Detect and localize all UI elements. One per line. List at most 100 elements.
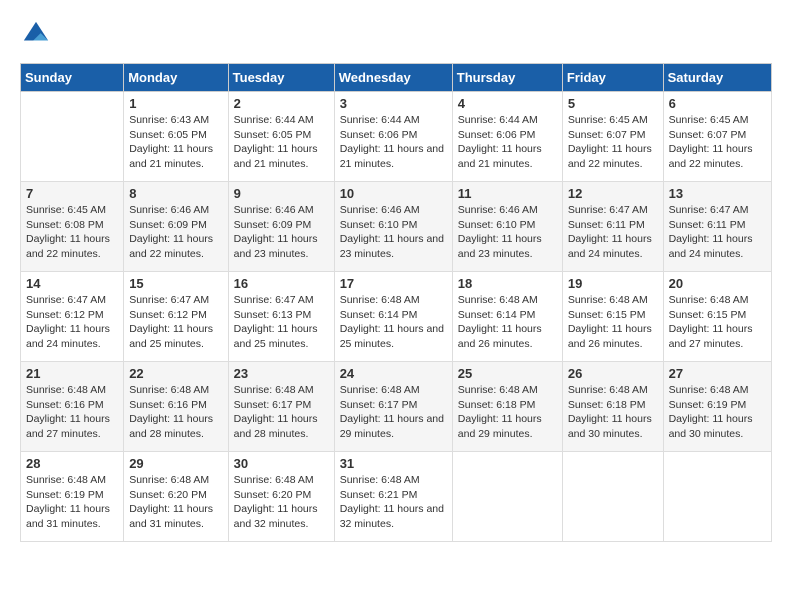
day-number: 8 [129, 186, 222, 201]
calendar-cell: 25 Sunrise: 6:48 AMSunset: 6:18 PMDayligh… [452, 362, 562, 452]
day-info: Sunrise: 6:45 AMSunset: 6:08 PMDaylight:… [26, 203, 118, 262]
day-info: Sunrise: 6:47 AMSunset: 6:11 PMDaylight:… [669, 203, 766, 262]
day-info: Sunrise: 6:48 AMSunset: 6:14 PMDaylight:… [340, 293, 447, 352]
day-info: Sunrise: 6:46 AMSunset: 6:10 PMDaylight:… [458, 203, 557, 262]
day-number: 28 [26, 456, 118, 471]
day-number: 3 [340, 96, 447, 111]
day-info: Sunrise: 6:46 AMSunset: 6:10 PMDaylight:… [340, 203, 447, 262]
day-info: Sunrise: 6:43 AMSunset: 6:05 PMDaylight:… [129, 113, 222, 172]
week-row-5: 28 Sunrise: 6:48 AMSunset: 6:19 PMDayligh… [21, 452, 772, 542]
column-header-monday: Monday [124, 64, 228, 92]
day-info: Sunrise: 6:48 AMSunset: 6:20 PMDaylight:… [129, 473, 222, 532]
day-number: 6 [669, 96, 766, 111]
calendar-cell: 2 Sunrise: 6:44 AMSunset: 6:05 PMDaylight… [228, 92, 334, 182]
calendar-cell: 14 Sunrise: 6:47 AMSunset: 6:12 PMDayligh… [21, 272, 124, 362]
calendar-cell: 31 Sunrise: 6:48 AMSunset: 6:21 PMDayligh… [334, 452, 452, 542]
day-info: Sunrise: 6:46 AMSunset: 6:09 PMDaylight:… [129, 203, 222, 262]
day-number: 13 [669, 186, 766, 201]
calendar-cell: 20 Sunrise: 6:48 AMSunset: 6:15 PMDayligh… [663, 272, 771, 362]
day-info: Sunrise: 6:48 AMSunset: 6:17 PMDaylight:… [234, 383, 329, 442]
day-number: 30 [234, 456, 329, 471]
column-header-wednesday: Wednesday [334, 64, 452, 92]
calendar-cell: 9 Sunrise: 6:46 AMSunset: 6:09 PMDaylight… [228, 182, 334, 272]
calendar-cell: 6 Sunrise: 6:45 AMSunset: 6:07 PMDaylight… [663, 92, 771, 182]
day-info: Sunrise: 6:48 AMSunset: 6:18 PMDaylight:… [458, 383, 557, 442]
day-number: 31 [340, 456, 447, 471]
day-info: Sunrise: 6:47 AMSunset: 6:13 PMDaylight:… [234, 293, 329, 352]
day-number: 29 [129, 456, 222, 471]
calendar-cell: 29 Sunrise: 6:48 AMSunset: 6:20 PMDayligh… [124, 452, 228, 542]
calendar-cell: 1 Sunrise: 6:43 AMSunset: 6:05 PMDaylight… [124, 92, 228, 182]
calendar-cell: 15Sunrise: 6:47 AMSunset: 6:12 PMDayligh… [124, 272, 228, 362]
calendar-cell [452, 452, 562, 542]
calendar-cell: 22 Sunrise: 6:48 AMSunset: 6:16 PMDayligh… [124, 362, 228, 452]
calendar-cell: 5 Sunrise: 6:45 AMSunset: 6:07 PMDaylight… [562, 92, 663, 182]
column-header-friday: Friday [562, 64, 663, 92]
column-header-tuesday: Tuesday [228, 64, 334, 92]
calendar-cell: 3Sunrise: 6:44 AMSunset: 6:06 PMDaylight… [334, 92, 452, 182]
day-number: 15 [129, 276, 222, 291]
calendar-cell: 24 Sunrise: 6:48 AMSunset: 6:17 PMDayligh… [334, 362, 452, 452]
calendar-cell: 8 Sunrise: 6:46 AMSunset: 6:09 PMDaylight… [124, 182, 228, 272]
day-info: Sunrise: 6:48 AMSunset: 6:14 PMDaylight:… [458, 293, 557, 352]
day-info: Sunrise: 6:47 AMSunset: 6:11 PMDaylight:… [568, 203, 658, 262]
day-number: 9 [234, 186, 329, 201]
day-number: 22 [129, 366, 222, 381]
calendar-cell [21, 92, 124, 182]
day-info: Sunrise: 6:48 AMSunset: 6:20 PMDaylight:… [234, 473, 329, 532]
day-number: 7 [26, 186, 118, 201]
day-number: 4 [458, 96, 557, 111]
calendar-cell: 13 Sunrise: 6:47 AMSunset: 6:11 PMDayligh… [663, 182, 771, 272]
day-info: Sunrise: 6:48 AMSunset: 6:17 PMDaylight:… [340, 383, 447, 442]
day-info: Sunrise: 6:46 AMSunset: 6:09 PMDaylight:… [234, 203, 329, 262]
calendar-cell: 28 Sunrise: 6:48 AMSunset: 6:19 PMDayligh… [21, 452, 124, 542]
day-info: Sunrise: 6:48 AMSunset: 6:19 PMDaylight:… [26, 473, 118, 532]
day-number: 24 [340, 366, 447, 381]
day-info: Sunrise: 6:44 AMSunset: 6:05 PMDaylight:… [234, 113, 329, 172]
day-number: 12 [568, 186, 658, 201]
day-number: 27 [669, 366, 766, 381]
day-info: Sunrise: 6:48 AMSunset: 6:15 PMDaylight:… [669, 293, 766, 352]
calendar-cell [663, 452, 771, 542]
calendar-cell: 11 Sunrise: 6:46 AMSunset: 6:10 PMDayligh… [452, 182, 562, 272]
calendar-cell: 27 Sunrise: 6:48 AMSunset: 6:19 PMDayligh… [663, 362, 771, 452]
column-header-saturday: Saturday [663, 64, 771, 92]
day-info: Sunrise: 6:48 AMSunset: 6:19 PMDaylight:… [669, 383, 766, 442]
day-info: Sunrise: 6:44 AMSunset: 6:06 PMDaylight:… [458, 113, 557, 172]
column-header-sunday: Sunday [21, 64, 124, 92]
day-info: Sunrise: 6:48 AMSunset: 6:16 PMDaylight:… [26, 383, 118, 442]
day-info: Sunrise: 6:45 AMSunset: 6:07 PMDaylight:… [568, 113, 658, 172]
day-number: 14 [26, 276, 118, 291]
day-number: 10 [340, 186, 447, 201]
day-number: 16 [234, 276, 329, 291]
day-number: 19 [568, 276, 658, 291]
day-info: Sunrise: 6:48 AMSunset: 6:21 PMDaylight:… [340, 473, 447, 532]
logo [20, 20, 50, 53]
calendar-cell: 7 Sunrise: 6:45 AMSunset: 6:08 PMDaylight… [21, 182, 124, 272]
day-info: Sunrise: 6:48 AMSunset: 6:16 PMDaylight:… [129, 383, 222, 442]
calendar-cell [562, 452, 663, 542]
day-number: 5 [568, 96, 658, 111]
week-row-3: 14 Sunrise: 6:47 AMSunset: 6:12 PMDayligh… [21, 272, 772, 362]
calendar-table: SundayMondayTuesdayWednesdayThursdayFrid… [20, 63, 772, 542]
day-number: 20 [669, 276, 766, 291]
calendar-cell: 19 Sunrise: 6:48 AMSunset: 6:15 PMDayligh… [562, 272, 663, 362]
calendar-cell: 23Sunrise: 6:48 AMSunset: 6:17 PMDayligh… [228, 362, 334, 452]
day-info: Sunrise: 6:47 AMSunset: 6:12 PMDaylight:… [26, 293, 118, 352]
week-row-2: 7 Sunrise: 6:45 AMSunset: 6:08 PMDaylight… [21, 182, 772, 272]
page-header [20, 20, 772, 53]
day-number: 18 [458, 276, 557, 291]
day-number: 1 [129, 96, 222, 111]
logo-icon [22, 20, 50, 48]
day-number: 11 [458, 186, 557, 201]
day-info: Sunrise: 6:45 AMSunset: 6:07 PMDaylight:… [669, 113, 766, 172]
column-header-thursday: Thursday [452, 64, 562, 92]
day-number: 17 [340, 276, 447, 291]
day-info: Sunrise: 6:48 AMSunset: 6:15 PMDaylight:… [568, 293, 658, 352]
day-number: 2 [234, 96, 329, 111]
calendar-cell: 10 Sunrise: 6:46 AMSunset: 6:10 PMDayligh… [334, 182, 452, 272]
calendar-cell: 4 Sunrise: 6:44 AMSunset: 6:06 PMDaylight… [452, 92, 562, 182]
day-number: 25 [458, 366, 557, 381]
calendar-cell: 26Sunrise: 6:48 AMSunset: 6:18 PMDayligh… [562, 362, 663, 452]
calendar-cell: 21Sunrise: 6:48 AMSunset: 6:16 PMDayligh… [21, 362, 124, 452]
